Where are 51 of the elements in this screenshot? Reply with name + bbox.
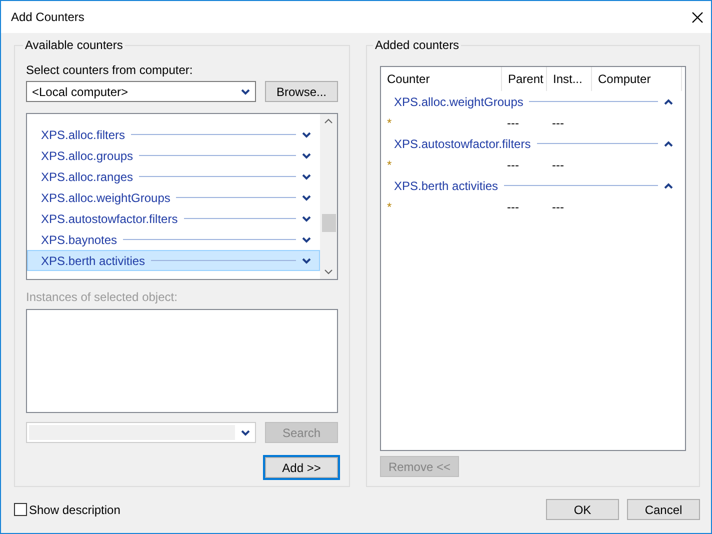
counter-list[interactable]: XPS.alloc.filters XPS.alloc.groups XPS.alloc.ranges XPS.alloc.weightGroups XPS.autostowfactor.filters XPS.baynotes XPS.berth activities	[26, 113, 338, 280]
add-button[interactable]: Add >>	[265, 457, 338, 478]
counter-group-header[interactable]: XPS.berth activities	[381, 175, 685, 196]
added-counters-list[interactable]: Counter Parent Inst... Computer XPS.alloc.weightGroups * --- --- XPS.autostowfactor.filters * --- --- XPS.berth activities * --- ---	[380, 66, 686, 451]
close-icon[interactable]	[692, 12, 703, 22]
table-cell-text: ---	[551, 116, 565, 130]
counter-item[interactable]: XPS.baynotes	[27, 229, 320, 250]
collapse-caret-icon	[664, 98, 673, 104]
checkbox[interactable]	[14, 503, 27, 516]
table-cell-text: ---	[551, 158, 565, 172]
expand-caret-icon	[302, 236, 311, 242]
column-header[interactable]: Parent	[502, 67, 547, 91]
scrollbar[interactable]	[320, 114, 337, 279]
expand-caret-icon	[302, 152, 311, 158]
field-label: Instances of selected object:	[26, 289, 178, 305]
dropdown-caret-icon	[241, 88, 250, 94]
table-cell-text: *	[386, 116, 393, 130]
counter-item[interactable]: XPS.alloc.groups	[27, 145, 320, 166]
expand-caret-icon	[302, 258, 311, 264]
dropdown-caret-icon	[241, 430, 250, 436]
collapse-caret-icon	[664, 182, 673, 188]
cancel-button[interactable]: Cancel	[627, 499, 700, 520]
counter-group-header[interactable]: XPS.alloc.weightGroups	[381, 91, 685, 112]
counter-item[interactable]: XPS.alloc.ranges	[27, 166, 320, 187]
scrollbar-thumb[interactable]	[322, 214, 336, 232]
checkbox-label: Show description	[29, 502, 120, 518]
expand-caret-icon	[302, 174, 311, 180]
ok-button[interactable]: OK	[546, 499, 619, 520]
counter-item[interactable]: XPS.alloc.filters	[27, 124, 320, 145]
computer-dropdown[interactable]: <Local computer>	[26, 81, 256, 102]
counter-item[interactable]: XPS.alloc.weightGroups	[27, 187, 320, 208]
table-cell-text: ---	[506, 158, 520, 172]
instances-list[interactable]	[26, 309, 338, 413]
expand-caret-icon	[302, 132, 311, 138]
table-cell-text: ---	[506, 116, 520, 130]
browse-button[interactable]: Browse...	[265, 81, 338, 102]
column-header[interactable]: Computer	[592, 67, 682, 91]
table-cell-text: ---	[551, 200, 565, 214]
column-header[interactable]: Counter	[381, 67, 502, 91]
collapse-caret-icon	[664, 140, 673, 146]
column-header[interactable]: Inst...	[547, 67, 592, 91]
window-title: Add Counters	[11, 9, 84, 26]
counter-group-header[interactable]: XPS.autostowfactor.filters	[381, 133, 685, 154]
counter-item[interactable]: XPS.autostowfactor.filters	[27, 208, 320, 229]
field-label: Select counters from computer:	[26, 62, 194, 78]
counter-item[interactable]: XPS.berth activities	[27, 250, 320, 271]
expand-caret-icon	[302, 216, 311, 222]
table-cell-text: ---	[506, 200, 520, 214]
table-cell-text: *	[386, 200, 393, 214]
table-cell-text: *	[386, 158, 393, 172]
expand-caret-icon	[302, 194, 311, 200]
